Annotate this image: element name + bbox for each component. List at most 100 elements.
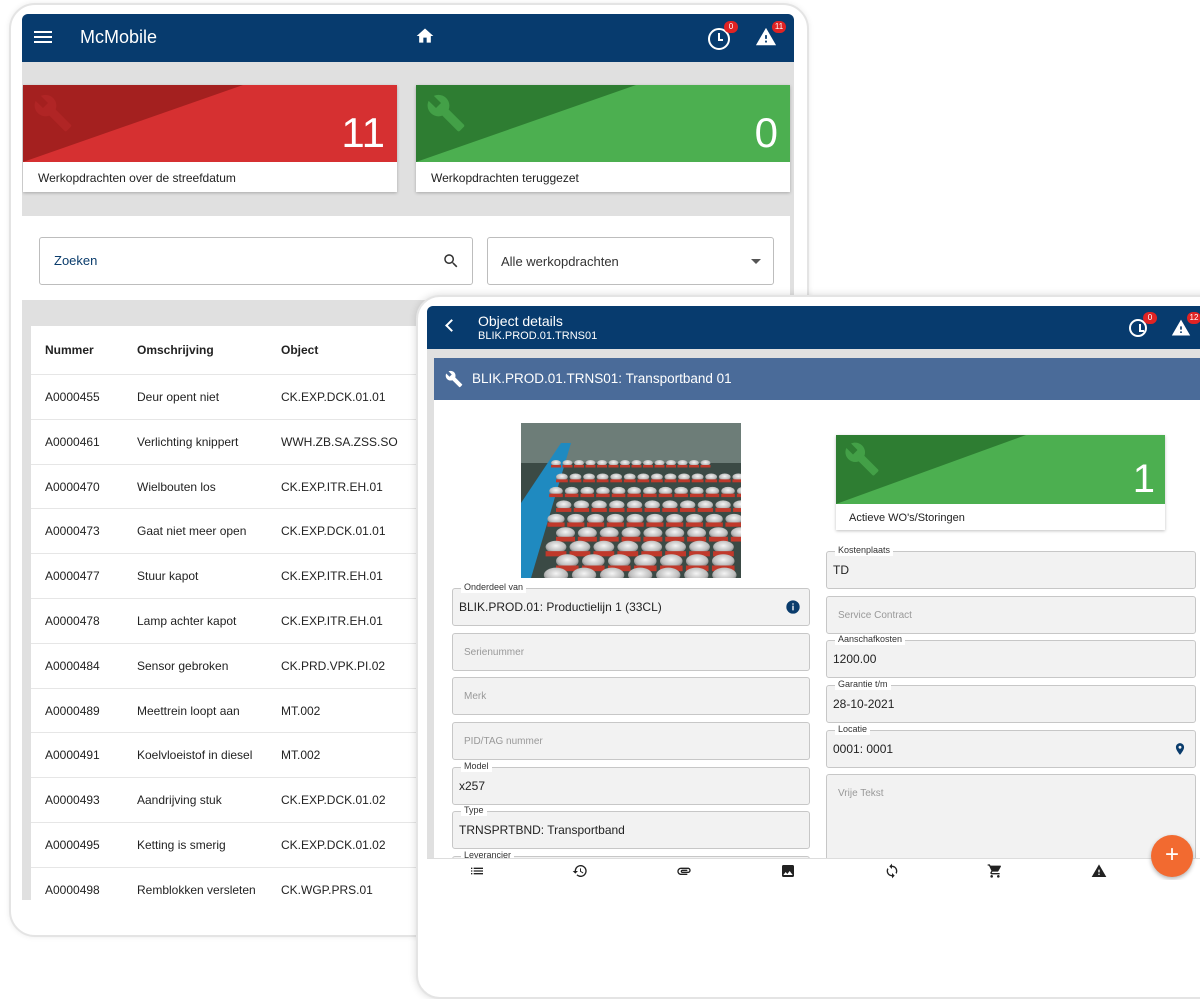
- table-row[interactable]: A0000489 Meettrein loopt aan MT.002: [31, 687, 431, 733]
- table-row[interactable]: A0000498 Remblokken versleten CK.WGP.PRS.0…: [31, 866, 431, 900]
- tile-label: Actieve WO's/Storingen: [849, 512, 965, 524]
- cart-icon[interactable]: [987, 863, 1003, 879]
- object-details-app-bar: Object details BLIK.PROD.01.TRNS01 0 12: [427, 306, 1200, 349]
- can-band-shape: [679, 508, 696, 512]
- cell-object: CK.EXP.ITR.EH.01: [281, 479, 383, 494]
- table-row[interactable]: A0000470 Wielbouten los CK.EXP.ITR.EH.01: [31, 463, 431, 509]
- can-band-shape: [573, 508, 590, 512]
- tile-count: 11: [341, 109, 385, 156]
- field-kostenplaats[interactable]: Kostenplaats TD: [826, 545, 1196, 589]
- can-band-shape: [646, 522, 664, 527]
- app-bar: McMobile 0 11: [22, 14, 794, 62]
- field-garantie-t-m[interactable]: Garantie t/m 28-10-2021: [826, 679, 1196, 723]
- column-header-description[interactable]: Omschrijving: [137, 343, 214, 357]
- tile-active-work-orders[interactable]: 1 Actieve WO's/Storingen: [836, 435, 1165, 530]
- cell-description: Verlichting knippert: [137, 434, 239, 449]
- image-icon[interactable]: [780, 863, 796, 879]
- can-band-shape: [708, 536, 728, 542]
- screen-subtitle: BLIK.PROD.01.TRNS01: [478, 330, 598, 342]
- field-serienummer[interactable]: Serienummer: [452, 633, 810, 671]
- alert-badge: 12: [1187, 312, 1200, 324]
- object-photo: [521, 423, 741, 578]
- table-row[interactable]: A0000493 Aandrijving stuk CK.EXP.DCK.01.02: [31, 777, 431, 822]
- field-label: Model: [461, 761, 492, 772]
- field-label: Onderdeel van: [461, 582, 527, 593]
- column-header-object[interactable]: Object: [281, 343, 318, 357]
- tile-banner: 1: [836, 435, 1165, 504]
- can-band-shape: [715, 508, 731, 512]
- tile-overdue-work-orders[interactable]: 11 Werkopdrachten over de streefdatum: [23, 85, 397, 192]
- can-band-shape: [664, 479, 677, 483]
- can-band-shape: [644, 508, 660, 512]
- history-icon[interactable]: [572, 863, 588, 879]
- location-pin-icon[interactable]: [1173, 741, 1187, 762]
- sync-icon[interactable]: [884, 863, 900, 879]
- cell-number: A0000477: [45, 569, 100, 584]
- field-label: Type: [461, 805, 487, 816]
- cell-description: Stuur kapot: [137, 569, 199, 584]
- table-row[interactable]: A0000461 Verlichting knippert WWH.ZB.SA.ZS…: [31, 418, 431, 464]
- search-placeholder: Zoeken: [54, 253, 98, 268]
- column-header-number[interactable]: Nummer: [45, 343, 94, 357]
- screen-title: Object details: [478, 313, 563, 329]
- can-band-shape: [596, 479, 609, 483]
- menu-icon[interactable]: [34, 28, 52, 48]
- field-service-contract[interactable]: Service Contract: [826, 596, 1196, 634]
- table-row[interactable]: A0000455 Deur opent niet CK.EXP.DCK.01.01: [31, 374, 431, 419]
- cell-number: A0000489: [45, 703, 100, 718]
- field-value: 0001: 0001: [833, 742, 894, 756]
- search-icon[interactable]: [442, 252, 460, 270]
- back-arrow-icon[interactable]: [445, 319, 458, 332]
- can-band-shape: [626, 508, 643, 512]
- table-row[interactable]: A0000478 Lamp achter kapot CK.EXP.ITR.EH.0…: [31, 598, 431, 643]
- can-band-shape: [643, 493, 657, 498]
- field-value: 28-10-2021: [833, 697, 895, 711]
- can-band-shape: [564, 493, 579, 498]
- cell-number: A0000498: [45, 882, 100, 897]
- info-icon[interactable]: [785, 599, 801, 620]
- can-band-shape: [637, 479, 650, 483]
- alert-badge: 11: [772, 21, 786, 33]
- home-icon[interactable]: [415, 26, 435, 46]
- cell-description: Sensor gebroken: [137, 658, 229, 673]
- field-merk[interactable]: Merk: [452, 677, 810, 715]
- table-row[interactable]: A0000484 Sensor gebroken CK.PRD.VPK.PI.02: [31, 642, 431, 688]
- can-band-shape: [650, 479, 663, 483]
- search-input[interactable]: Zoeken: [39, 237, 473, 285]
- can-band-shape: [609, 508, 625, 512]
- field-pid-tag-nummer[interactable]: PID/TAG nummer: [452, 722, 810, 760]
- can-band-shape: [697, 508, 714, 512]
- tile-count: 0: [754, 109, 778, 156]
- can-band-shape: [718, 479, 731, 483]
- work-order-filter-select[interactable]: Alle werkopdrachten: [487, 237, 774, 285]
- cell-description: Gaat niet meer open: [137, 524, 247, 539]
- table-row[interactable]: A0000473 Gaat niet meer open CK.EXP.DCK.01…: [31, 508, 431, 553]
- field-locatie[interactable]: Locatie 0001: 0001: [826, 724, 1196, 768]
- can-band-shape: [721, 493, 735, 498]
- field-model[interactable]: Model x257: [452, 761, 810, 805]
- tile-reset-work-orders[interactable]: 0 Werkopdrachten teruggezet: [416, 85, 790, 192]
- clock-badge: 0: [1143, 312, 1157, 324]
- alert-icon[interactable]: [1091, 863, 1107, 879]
- can-band-shape: [666, 465, 676, 468]
- field-aanschafkosten[interactable]: Aanschafkosten 1200.00: [826, 634, 1196, 678]
- can-band-shape: [685, 522, 704, 527]
- cell-description: Lamp achter kapot: [137, 614, 237, 628]
- object-detail-card: BLIK.PROD.01.TRNS01: Transportband 01 1 …: [434, 358, 1200, 880]
- tile-label: Werkopdrachten teruggezet: [431, 171, 579, 185]
- cell-object: MT.002: [281, 748, 321, 763]
- cell-object: CK.PRD.VPK.PI.02: [281, 658, 386, 673]
- list-icon[interactable]: [469, 863, 485, 879]
- field-type[interactable]: Type TRNSPRTBND: Transportband: [452, 805, 810, 849]
- table-row[interactable]: A0000495 Ketting is smerig CK.EXP.DCK.01.0…: [31, 822, 431, 867]
- cell-number: A0000478: [45, 614, 100, 628]
- attachment-icon[interactable]: [676, 863, 692, 879]
- object-details-screen: Object details BLIK.PROD.01.TRNS01 0 12 …: [427, 306, 1200, 880]
- search-panel: Zoeken Alle werkopdrachten: [22, 216, 790, 300]
- field-onderdeel-van[interactable]: Onderdeel van BLIK.PROD.01: Productielijn…: [452, 582, 810, 626]
- add-button[interactable]: +: [1151, 835, 1193, 877]
- cell-object: CK.EXP.DCK.01.01: [281, 390, 386, 404]
- table-row[interactable]: A0000491 Koelvloeistof in diesel MT.002: [31, 732, 431, 777]
- table-row[interactable]: A0000477 Stuur kapot CK.EXP.ITR.EH.01: [31, 553, 431, 598]
- field-label: Aanschafkosten: [835, 634, 906, 645]
